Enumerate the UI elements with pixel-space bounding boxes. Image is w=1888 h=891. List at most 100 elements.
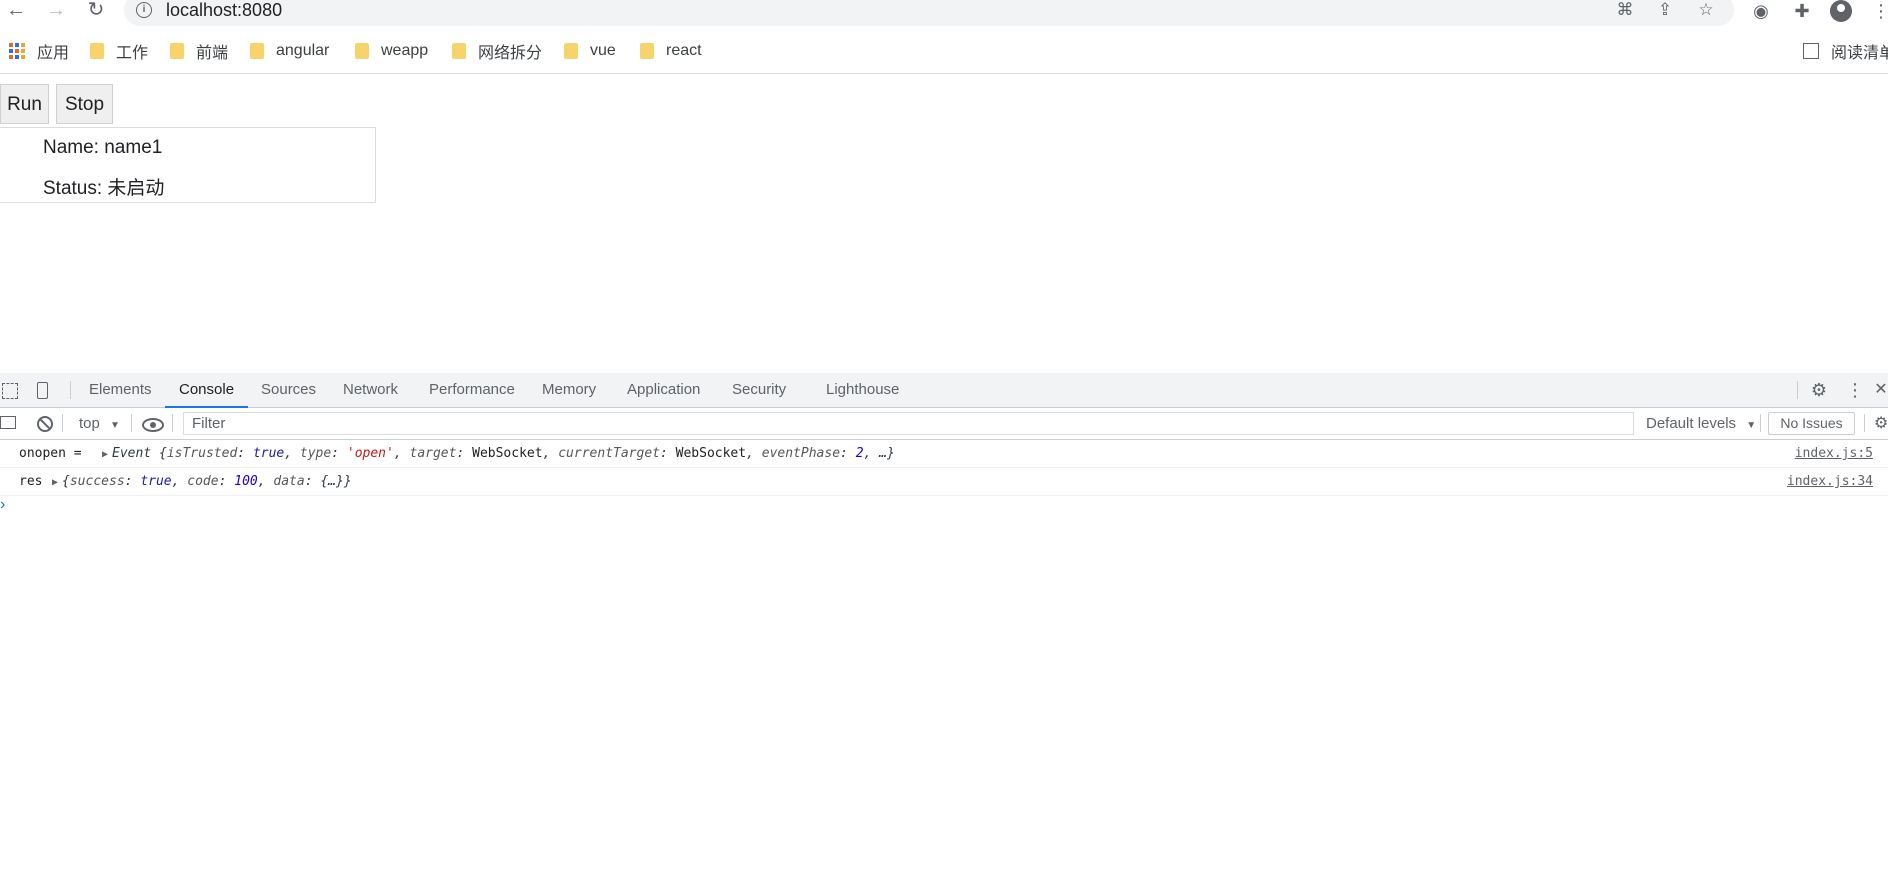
tab-security[interactable]: Security [732, 373, 786, 407]
reading-list-label: 阅读清单 [1831, 45, 1888, 62]
reading-list[interactable]: 阅读清单 [1803, 36, 1888, 66]
info-panel: Name: name1 Status: 未启动 [0, 127, 376, 203]
log-levels-select[interactable]: Default levels ▼ [1646, 408, 1756, 439]
apps-icon [9, 43, 25, 59]
live-expression-eye-icon[interactable] [142, 418, 164, 432]
bookmark-label: 工作 [116, 45, 149, 62]
tab-performance[interactable]: Performance [429, 373, 515, 407]
extension-circle-icon[interactable]: ◉ [1749, 0, 1773, 22]
bookmark-folder[interactable]: react [640, 36, 702, 66]
log-label: res [19, 474, 43, 489]
bookmark-apps[interactable]: 应用 [9, 36, 69, 66]
object-value: {…} [320, 474, 344, 489]
translate-icon[interactable]: ⌘ [1614, 0, 1636, 21]
object-value: 2 [855, 446, 864, 461]
object-key: isTrusted [166, 446, 238, 461]
bookmark-label: angular [276, 42, 330, 59]
log-label: onopen = [19, 446, 82, 461]
bookmark-folder[interactable]: 工作 [90, 36, 148, 66]
stop-button[interactable]: Stop [56, 84, 113, 124]
menu-kebab-icon[interactable]: ⋮ [1872, 0, 1888, 22]
tab-elements[interactable]: Elements [89, 373, 152, 407]
dropdown-arrow-icon: ▼ [1746, 420, 1757, 431]
object-value: true [140, 474, 172, 489]
context-label: top [79, 415, 100, 432]
object-key: currentTarget [558, 446, 660, 461]
folder-icon [452, 43, 466, 59]
devtools-panel: Elements Console Sources Network Perform… [0, 373, 1888, 891]
object-value: WebSocket [675, 446, 747, 461]
bookmark-label: react [666, 42, 702, 59]
address-bar[interactable]: i localhost:8080 ⌘ ⇪ ☆ [124, 0, 1734, 26]
bookmarks-bar: 应用 工作 前端 angular weapp 网络拆分 vue react 阅读… [0, 36, 1888, 66]
url-text[interactable]: localhost:8080 [166, 0, 282, 21]
bookmark-folder[interactable]: 前端 [170, 36, 228, 66]
reading-list-icon [1803, 43, 1819, 59]
folder-icon [564, 43, 578, 59]
console-settings-gear-icon[interactable]: ⚙ [1874, 408, 1888, 439]
star-icon[interactable]: ☆ [1695, 0, 1717, 21]
issues-button[interactable]: No Issues [1768, 412, 1855, 435]
chrome-divider [0, 73, 1888, 74]
object-key: success [69, 474, 125, 489]
status-text: Status: 未启动 [43, 178, 165, 199]
bookmark-folder[interactable]: angular [250, 36, 329, 66]
site-info-icon[interactable]: i [136, 2, 152, 18]
object-value: true [252, 446, 285, 461]
forward-arrow-icon[interactable]: → [44, 0, 68, 24]
device-toolbar-icon[interactable] [37, 382, 48, 399]
back-arrow-icon[interactable]: ← [4, 0, 28, 24]
dropdown-arrow-icon: ▼ [110, 420, 120, 431]
settings-gear-icon[interactable]: ⚙ [1808, 379, 1830, 401]
expand-triangle-icon[interactable]: ▶ [52, 477, 58, 488]
context-select[interactable]: top ▼ [79, 408, 120, 439]
source-link[interactable]: index.js:34 [1787, 468, 1873, 495]
console-prompt-icon[interactable]: › [0, 496, 5, 514]
bookmark-folder[interactable]: 网络拆分 [452, 36, 542, 66]
folder-icon [250, 43, 264, 59]
levels-label: Default levels [1646, 415, 1737, 432]
divider [1864, 414, 1865, 432]
show-sidebar-icon[interactable] [0, 416, 16, 429]
tab-lighthouse[interactable]: Lighthouse [826, 373, 899, 407]
reload-icon[interactable]: ↻ [84, 0, 108, 24]
object-tail: } [343, 474, 352, 489]
filter-input[interactable]: Filter [183, 412, 1634, 435]
object-key: data [273, 474, 305, 489]
tab-network[interactable]: Network [343, 373, 398, 407]
expand-triangle-icon[interactable]: ▶ [102, 449, 108, 460]
object-class: Event [112, 446, 152, 461]
bookmark-folder[interactable]: weapp [355, 36, 428, 66]
clear-console-icon[interactable] [37, 416, 53, 432]
console-message: onopen = ▶ Event {isTrusted: true, type: … [0, 440, 1888, 468]
divider [70, 381, 71, 399]
extensions-puzzle-icon[interactable]: ✚ [1790, 0, 1814, 22]
object-key: code [187, 474, 219, 489]
divider [62, 414, 63, 432]
folder-icon [355, 43, 369, 59]
log-object[interactable]: ▶ {success: true, code: 100, data: {…}} [52, 468, 352, 496]
bookmark-label: vue [590, 42, 616, 59]
share-icon[interactable]: ⇪ [1654, 0, 1676, 21]
more-options-icon[interactable]: ⋮ [1844, 379, 1866, 401]
folder-icon [170, 43, 184, 59]
divider [1760, 414, 1761, 432]
tab-application[interactable]: Application [627, 373, 700, 407]
bookmark-label: 前端 [196, 45, 229, 62]
folder-icon [90, 43, 104, 59]
object-value: 'open' [346, 446, 394, 461]
profile-avatar[interactable] [1830, 0, 1852, 22]
divider [131, 414, 132, 432]
tab-console[interactable]: Console [164, 373, 249, 408]
inspect-element-icon[interactable] [2, 383, 18, 399]
source-link[interactable]: index.js:5 [1795, 440, 1873, 467]
run-button[interactable]: Run [0, 84, 49, 124]
object-key: target [409, 446, 457, 461]
close-icon[interactable]: ✕ [1874, 379, 1888, 401]
log-object[interactable]: ▶ Event {isTrusted: true, type: 'open', t… [102, 440, 895, 468]
tab-memory[interactable]: Memory [542, 373, 596, 407]
object-key: eventPhase [761, 446, 841, 461]
folder-icon [640, 43, 654, 59]
bookmark-folder[interactable]: vue [564, 36, 616, 66]
tab-sources[interactable]: Sources [261, 373, 316, 407]
